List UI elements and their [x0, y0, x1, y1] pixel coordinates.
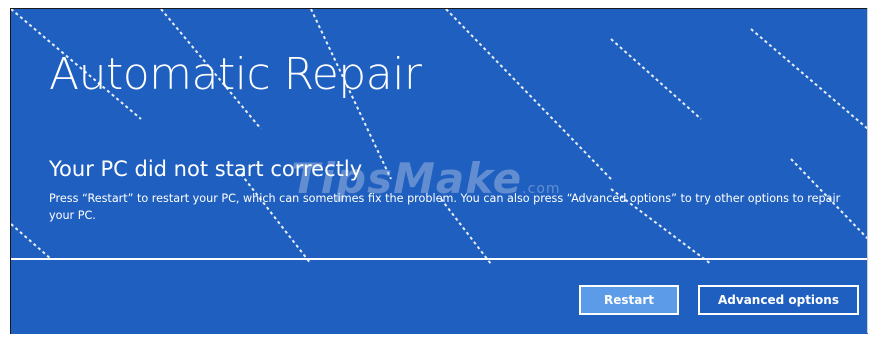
error-subtitle: Your PC did not start correctly: [49, 157, 363, 181]
advanced-options-button[interactable]: Advanced options: [698, 285, 859, 315]
divider-line: [11, 258, 868, 260]
restart-button[interactable]: Restart: [579, 285, 679, 315]
automatic-repair-screen: Automatic Repair TipsMake.com Your PC di…: [10, 8, 868, 334]
page-title: Automatic Repair: [49, 49, 422, 100]
error-description: Press “Restart” to restart your PC, whic…: [49, 192, 841, 222]
screenshot-frame: Automatic Repair TipsMake.com Your PC di…: [0, 0, 870, 339]
right-edge-border: [867, 8, 868, 333]
